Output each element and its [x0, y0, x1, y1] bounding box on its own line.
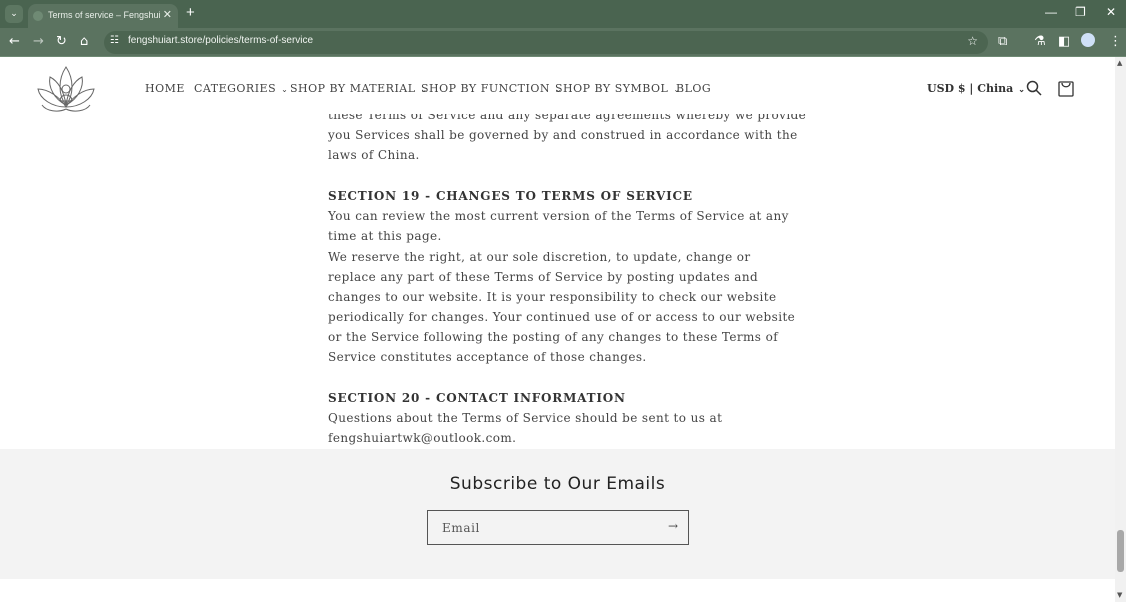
site-info-icon[interactable]: ☷ [110, 35, 119, 46]
email-field-wrapper: → [427, 510, 689, 545]
home-icon[interactable]: ⌂ [80, 34, 88, 49]
paragraph: We reserve the right, at our sole discre… [328, 249, 796, 365]
profile-avatar[interactable] [1081, 33, 1095, 47]
browser-tab-bar: ⌄ Terms of service – Fengshui ✕ + — ❐ ✕ [0, 0, 1126, 28]
nav-shop-by-symbol[interactable]: SHOP BY SYMBOL ⌄ [555, 82, 681, 95]
favicon-icon [33, 11, 43, 21]
nav-label: SHOP BY SYMBOL [555, 82, 669, 95]
address-bar[interactable]: ☷ fengshuiart.store/policies/terms-of-se… [104, 31, 988, 54]
nav-blog[interactable]: BLOG [676, 82, 711, 95]
close-tab-icon[interactable]: ✕ [163, 4, 172, 26]
chevron-down-icon: ⌄ [281, 85, 289, 94]
nav-shop-by-function[interactable]: SHOP BY FUNCTION ⌄ [421, 82, 562, 95]
newsletter-title: Subscribe to Our Emails [449, 474, 666, 494]
minimize-button[interactable]: — [1045, 5, 1057, 19]
policy-body: these Terms of Service and any separate … [328, 105, 806, 448]
browser-toolbar: ← → ↻ ⌂ ☷ fengshuiart.store/policies/ter… [0, 28, 1126, 57]
menu-icon[interactable]: ⋮ [1109, 34, 1122, 49]
new-tab-button[interactable]: + [186, 4, 195, 21]
tab-title: Terms of service – Fengshui [48, 10, 161, 20]
paragraph: Questions about the Terms of Service sho… [328, 411, 723, 446]
side-panel-icon[interactable]: ◧ [1058, 34, 1070, 49]
restore-button[interactable]: ❐ [1075, 5, 1086, 19]
currency-selector[interactable]: USD $ | China ⌄ [927, 82, 1025, 95]
nav-home[interactable]: HOME [145, 82, 185, 95]
arrow-right-icon[interactable]: → [668, 519, 678, 533]
url-text[interactable]: fengshuiart.store/policies/terms-of-serv… [128, 35, 313, 46]
lotus-logo[interactable] [36, 65, 96, 115]
scrollbar-thumb[interactable] [1117, 530, 1124, 572]
email-input[interactable] [428, 511, 648, 544]
scroll-down-icon[interactable]: ▼ [1117, 591, 1122, 599]
browser-tab[interactable]: Terms of service – Fengshui ✕ [28, 4, 178, 28]
close-window-button[interactable]: ✕ [1106, 5, 1116, 19]
paragraph: you Services shall be governed by and co… [328, 128, 798, 163]
nav-label: CATEGORIES [194, 82, 277, 95]
nav-categories[interactable]: CATEGORIES ⌄ [194, 82, 288, 95]
chevron-down-icon: ⌄ [1018, 84, 1025, 94]
extensions-icon[interactable]: ⧉ [998, 34, 1007, 49]
newsletter-section: Subscribe to Our Emails → [0, 449, 1115, 579]
forward-icon[interactable]: → [33, 34, 44, 49]
reload-icon[interactable]: ↻ [56, 34, 67, 49]
bookmark-star-icon[interactable]: ☆ [967, 34, 978, 48]
paragraph: You can review the most current version … [328, 209, 789, 244]
tab-search-button[interactable]: ⌄ [5, 5, 23, 23]
labs-icon[interactable]: ⚗ [1034, 34, 1046, 49]
section-20-heading: SECTION 20 - CONTACT INFORMATION [328, 391, 626, 406]
nav-label: SHOP BY MATERIAL [290, 82, 416, 95]
site-header: HOME CATEGORIES ⌄ SHOP BY MATERIAL ⌄ SHOP … [0, 57, 1115, 114]
nav-shop-by-material[interactable]: SHOP BY MATERIAL ⌄ [290, 82, 428, 95]
scrollbar[interactable]: ▲ ▼ [1115, 57, 1126, 602]
section-19-heading: SECTION 19 - CHANGES TO TERMS OF SERVICE [328, 189, 693, 204]
search-icon[interactable] [1026, 80, 1042, 96]
nav-label: SHOP BY FUNCTION [421, 82, 550, 95]
cart-icon[interactable] [1058, 79, 1074, 97]
back-icon[interactable]: ← [9, 34, 20, 49]
scroll-up-icon[interactable]: ▲ [1117, 59, 1122, 67]
currency-label: USD $ | China [927, 82, 1014, 95]
